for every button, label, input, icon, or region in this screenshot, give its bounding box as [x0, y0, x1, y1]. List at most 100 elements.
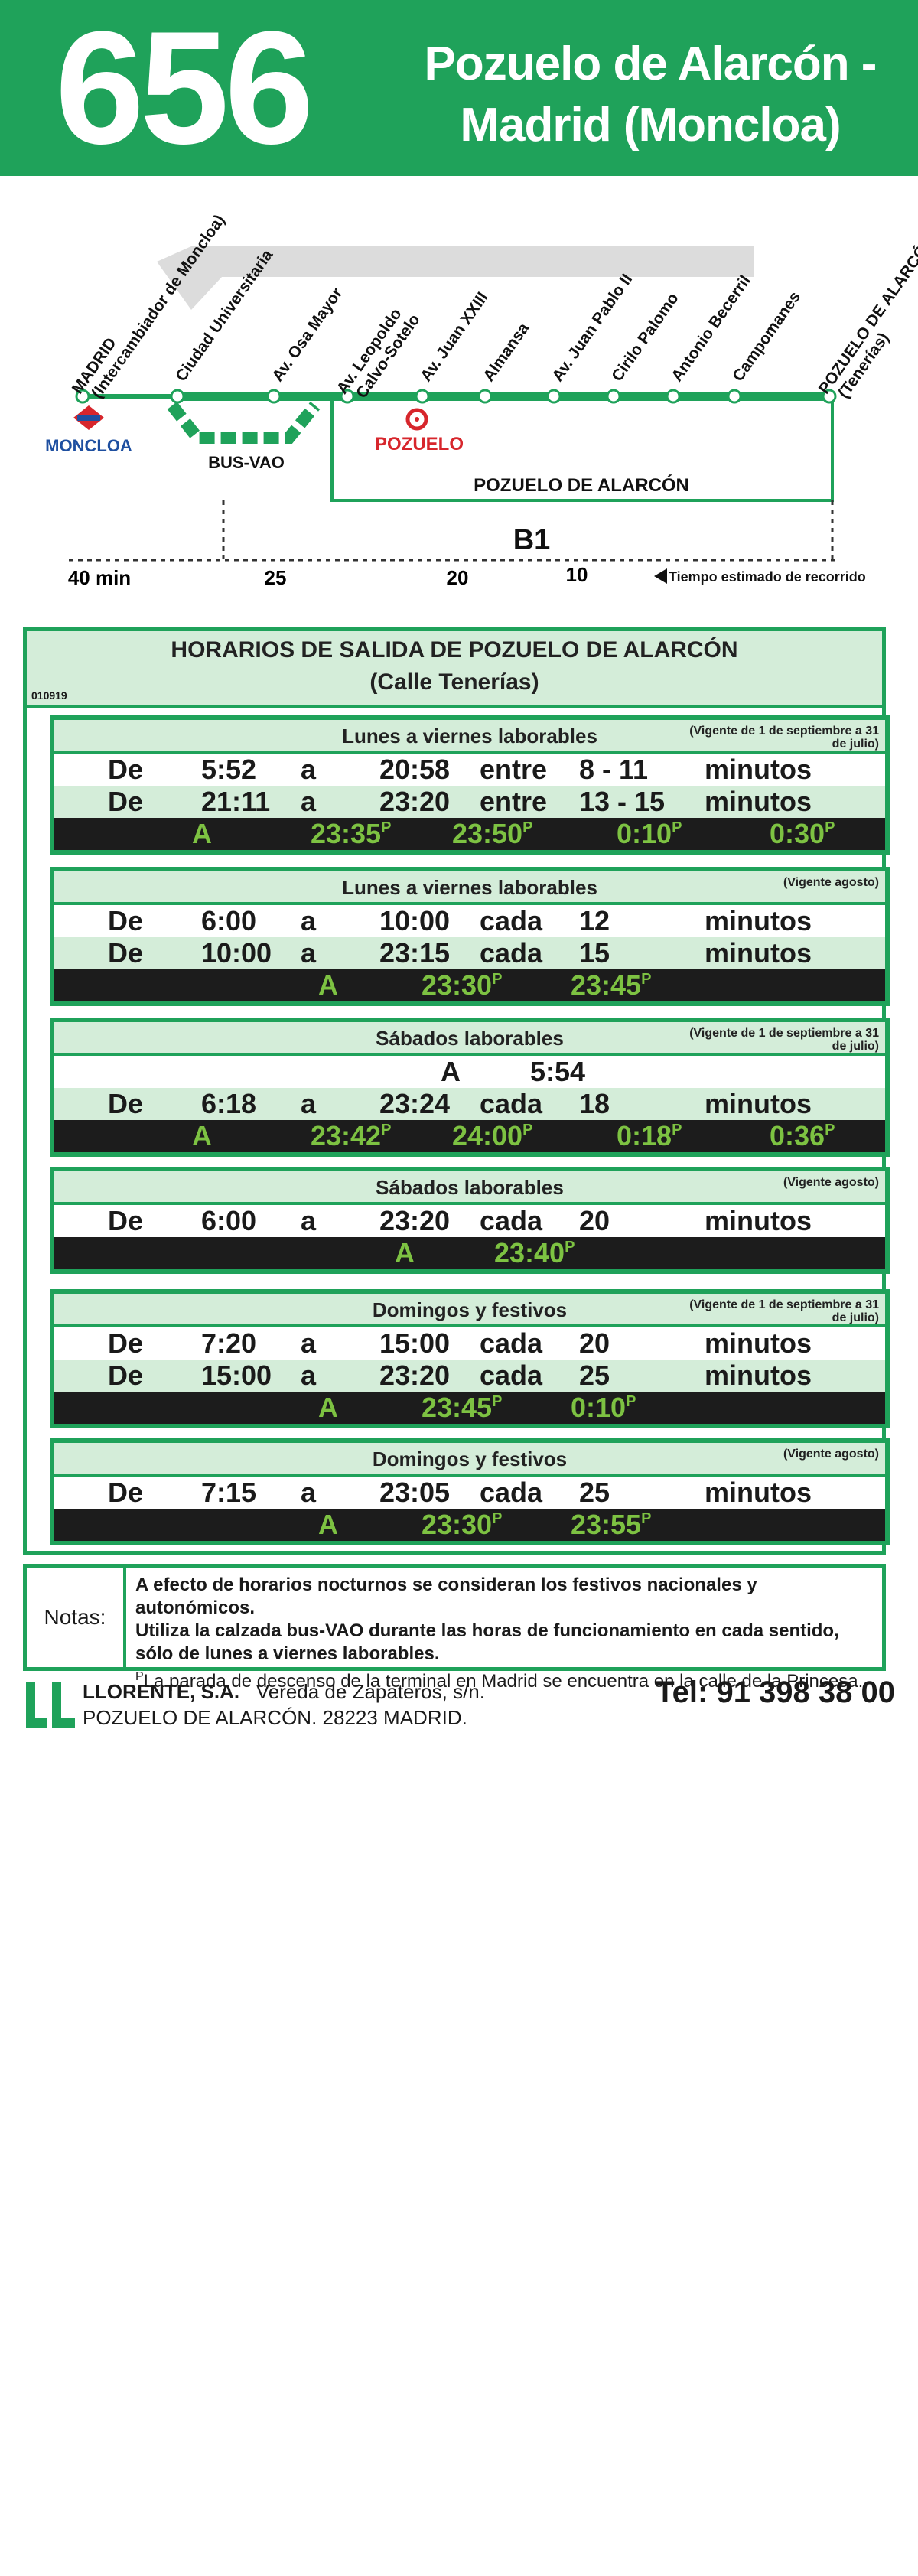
stop-name: Almansa — [480, 320, 532, 385]
schedule-row: De 7:20 a 15:00 cada 20 minutos — [54, 1327, 885, 1360]
route-number: 656 — [55, 0, 314, 177]
stop-name: Campomanes — [729, 288, 804, 385]
p-mark: P — [492, 1510, 503, 1527]
pozuelo-station-icon — [405, 408, 428, 431]
row-cell: A — [441, 1056, 461, 1087]
notes-box: Notas: A efecto de horarios nocturnos se… — [23, 1564, 886, 1692]
night-time: 0:18 — [617, 1120, 672, 1151]
row-cell: 15:00 — [379, 1327, 451, 1359]
row-cell: a — [301, 905, 317, 936]
row-cell: 20 — [579, 1205, 610, 1236]
row-cell: cada — [480, 1477, 543, 1508]
night-time: A — [192, 818, 212, 849]
night-row: A 23:30P 23:55P — [54, 1509, 885, 1541]
block-header: Domingos y festivos (Vigente de 1 de sep… — [54, 1294, 885, 1327]
row-cell: 25 — [579, 1477, 610, 1508]
row-cell: cada — [480, 1360, 543, 1391]
row-cell: minutos — [705, 1477, 812, 1508]
night-time: 0:30 — [770, 818, 825, 849]
stop-label-4: Av. Juan XXIII — [417, 289, 491, 385]
night-row: A 23:42P 24:00P 0:18P 0:36P — [54, 1120, 885, 1152]
schedule-block: Domingos y festivos (Vigente agosto) De 7… — [50, 1438, 890, 1545]
stop-label-9: Campomanes — [729, 288, 804, 385]
stop-dot — [415, 389, 430, 404]
row-cell: 21:11 — [201, 786, 271, 817]
night-cell: A — [318, 969, 338, 1001]
night-cell: 23:42P — [311, 1120, 391, 1152]
company-city: POZUELO DE ALARCÓN. 28223 MADRID. — [83, 1706, 467, 1729]
stop-label-10: POZUELO DE ALARCÓN(Tenerías) — [815, 233, 918, 402]
row-cell: a — [301, 786, 317, 817]
row-cell: minutos — [705, 1327, 812, 1359]
p-mark: P — [672, 1122, 682, 1138]
night-row: A 23:40P — [54, 1237, 885, 1269]
p-mark: P — [641, 971, 652, 988]
row-cell: 6:00 — [201, 905, 257, 936]
night-time: A — [192, 1120, 212, 1151]
stop-name: Av. Juan XXIII — [417, 289, 491, 385]
metro-icon — [73, 405, 104, 430]
row-cell: a — [301, 1360, 317, 1391]
night-cell: 0:10P — [571, 1392, 636, 1424]
row-cell: a — [301, 1327, 317, 1359]
night-cell: 0:36P — [770, 1120, 835, 1152]
p-mark: P — [492, 1393, 503, 1410]
busvao-lane — [167, 401, 321, 444]
row-cell: a — [301, 1088, 317, 1119]
block-header: Sábados laborables (Vigente agosto) — [54, 1171, 885, 1205]
row-cell: entre — [480, 786, 548, 817]
night-time: A — [318, 969, 338, 1001]
route-header: 656 Pozuelo de Alarcón - Madrid (Moncloa… — [0, 0, 918, 176]
route-title-line1: Pozuelo de Alarcón - — [424, 37, 877, 90]
route-map: MADRID (Intercambiador de Moncloa) Ciudad … — [0, 176, 918, 604]
block-header: Sábados laborables (Vigente de 1 de sept… — [54, 1022, 885, 1056]
p-mark: P — [522, 819, 533, 836]
time-label-2: 20 — [447, 566, 469, 589]
schedule-code: 010919 — [31, 689, 67, 702]
night-time: 23:45 — [571, 969, 642, 1001]
night-cell: A — [192, 1120, 212, 1152]
company-street: Vereda de Zapateros, s/n. — [256, 1680, 485, 1703]
night-time: 23:50 — [452, 818, 523, 849]
block-validity: (Vigente de 1 de septiembre a 31 de juli… — [689, 725, 879, 751]
row-cell: a — [301, 754, 317, 785]
time-label-0: 40 min — [68, 566, 131, 589]
night-row: A 23:45P 0:10P — [54, 1392, 885, 1424]
p-mark: P — [522, 1122, 533, 1138]
row-cell: cada — [480, 937, 543, 969]
schedule-subtitle: (Calle Tenerías) — [369, 669, 539, 695]
night-cell: A — [192, 818, 212, 850]
night-cell: 23:55P — [571, 1509, 651, 1541]
row-cell: 6:00 — [201, 1205, 257, 1236]
stop-dot — [546, 389, 562, 404]
row-cell: 5:54 — [530, 1056, 586, 1087]
schedule-panel: HORARIOS DE SALIDA DE POZUELO DE ALARCÓN… — [23, 627, 890, 1555]
night-cell: A — [318, 1392, 338, 1424]
row-cell: a — [301, 1205, 317, 1236]
stop-label-3: Av. LeopoldoCalvo-Sotelo — [334, 305, 424, 402]
row-cell: minutos — [705, 754, 812, 785]
row-cell: 20 — [579, 1327, 610, 1359]
schedule-block: Sábados laborables (Vigente de 1 de sept… — [50, 1018, 890, 1157]
block-validity: (Vigente agosto) — [783, 1448, 879, 1461]
night-time: A — [395, 1237, 415, 1268]
stop-dot — [606, 389, 621, 404]
schedule-block: Domingos y festivos (Vigente de 1 de sep… — [50, 1289, 890, 1428]
row-cell: De — [108, 1360, 144, 1391]
schedule-row: De 6:18 a 23:24 cada 18 minutos — [54, 1088, 885, 1120]
llorente-logo — [26, 1682, 75, 1728]
row-cell: 15 — [579, 937, 610, 969]
row-cell: minutos — [705, 1205, 812, 1236]
stop-dot — [170, 389, 185, 404]
row-cell: 25 — [579, 1360, 610, 1391]
night-cell: 23:45P — [571, 969, 651, 1001]
row-cell: De — [108, 754, 144, 785]
busvao-label: BUS-VAO — [208, 453, 285, 472]
p-mark: P — [381, 1122, 392, 1138]
stop-label-5: Almansa — [480, 320, 532, 385]
time-legend-arrow — [654, 568, 667, 584]
block-validity: (Vigente de 1 de septiembre a 31 de juli… — [689, 1027, 879, 1053]
time-legend: Tiempo estimado de recorrido — [669, 569, 866, 585]
phone-number: Tel: 91 398 38 00 — [656, 1676, 895, 1709]
stop-label-0: MADRID(Intercambiador de Moncloa) — [69, 211, 229, 401]
